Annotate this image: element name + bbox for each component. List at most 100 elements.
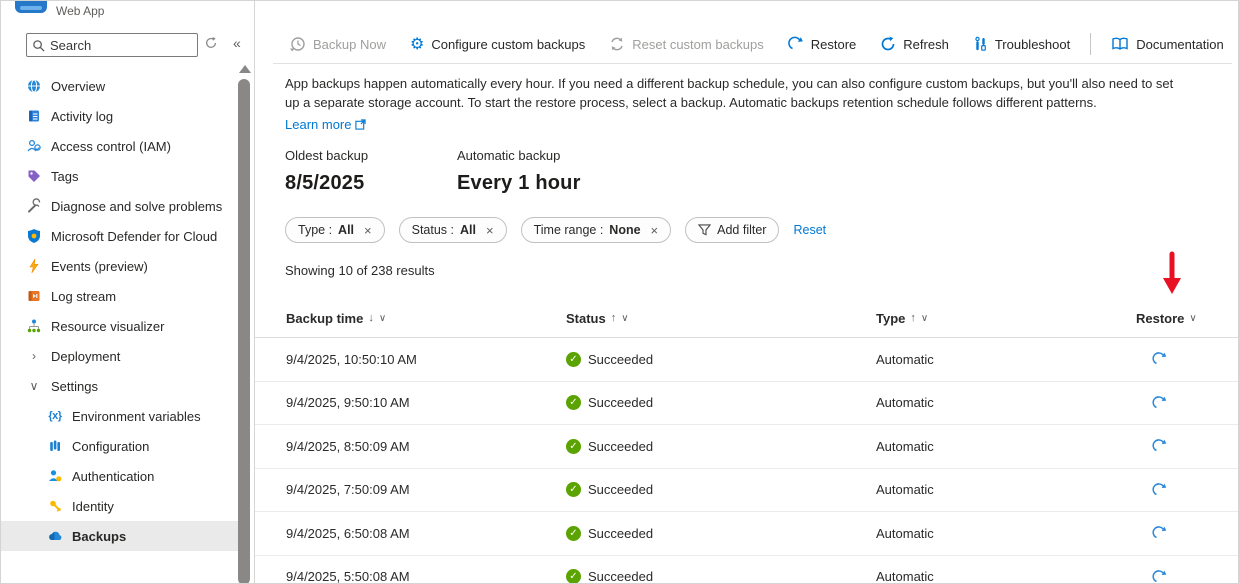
learn-more-link[interactable]: Learn more (285, 117, 366, 132)
reset-filters-link[interactable]: Reset (793, 223, 826, 237)
red-arrow-annotation (1160, 251, 1184, 297)
sidebar-item-diagnose[interactable]: Diagnose and solve problems (1, 191, 238, 221)
restore-row-button[interactable] (1150, 436, 1170, 456)
sidebar-item-settings[interactable]: ∨ Settings (1, 371, 238, 401)
status-label: Succeeded (588, 569, 653, 584)
funnel-icon (698, 224, 711, 236)
sidebar-item-defender[interactable]: Microsoft Defender for Cloud (1, 221, 238, 251)
reset-custom-backups-button[interactable]: Reset custom backups (597, 36, 776, 52)
column-label: Restore (1136, 311, 1184, 326)
sidebar-item-authentication[interactable]: Authentication (1, 461, 238, 491)
chevron-down-icon: ∨ (1189, 313, 1196, 324)
remove-filter-icon[interactable]: × (486, 223, 494, 238)
cloud-backup-icon (47, 528, 63, 544)
sidebar-scrollbar-thumb[interactable] (238, 79, 250, 584)
add-filter-button[interactable]: Add filter (685, 217, 779, 243)
status-label: Succeeded (588, 352, 653, 367)
restore-row-button[interactable] (1150, 349, 1170, 369)
restore-icon (1152, 569, 1168, 584)
sidebar-item-label: Resource visualizer (51, 319, 164, 334)
sidebar-item-overview[interactable]: Overview (1, 71, 238, 101)
troubleshoot-icon (973, 36, 988, 52)
search-icon (32, 39, 45, 52)
restore-icon (1152, 351, 1168, 367)
sidebar-item-label: Access control (IAM) (51, 139, 171, 154)
documentation-button[interactable]: Documentation (1099, 36, 1235, 52)
sidebar-item-label: Microsoft Defender for Cloud (51, 229, 217, 244)
type-cell: Automatic (876, 482, 1136, 497)
table-row[interactable]: 9/4/2025, 8:50:09 AM ✓Succeeded Automati… (255, 425, 1239, 469)
sidebar-item-configuration[interactable]: Configuration (1, 431, 238, 461)
restore-icon (788, 36, 804, 52)
column-header-type[interactable]: Type ↑ ∨ (876, 311, 1136, 326)
chevron-down-icon: ∨ (621, 313, 628, 324)
table-row[interactable]: 9/4/2025, 10:50:10 AM ✓Succeeded Automat… (255, 338, 1239, 382)
sort-descending-icon: ↓ (368, 312, 374, 324)
type-cell: Automatic (876, 526, 1136, 541)
sidebar-refresh-icon[interactable] (204, 36, 222, 54)
table-row[interactable]: 9/4/2025, 6:50:08 AM ✓Succeeded Automati… (255, 512, 1239, 556)
restore-button[interactable]: Restore (776, 36, 869, 52)
filter-pill-type[interactable]: Type :All × (285, 217, 385, 243)
sidebar-item-label: Configuration (72, 439, 149, 454)
column-header-status[interactable]: Status ↑ ∨ (566, 311, 876, 326)
type-cell: Automatic (876, 352, 1136, 367)
success-icon: ✓ (566, 395, 581, 410)
table-row[interactable]: 9/4/2025, 5:50:08 AM ✓Succeeded Automati… (255, 556, 1239, 584)
sidebar-search-box[interactable] (26, 33, 198, 57)
column-header-backup-time[interactable]: Backup time ↓ ∨ (286, 311, 566, 326)
refresh-button[interactable]: Refresh (868, 36, 961, 52)
sidebar-item-label: Identity (72, 499, 114, 514)
search-input[interactable] (50, 38, 185, 53)
sidebar-item-log-stream[interactable]: Log stream (1, 281, 238, 311)
restore-row-button[interactable] (1150, 393, 1170, 413)
status-label: Succeeded (588, 526, 653, 541)
filter-bar: Type :All × Status :All × Time range :No… (285, 217, 826, 243)
restore-row-button[interactable] (1150, 480, 1170, 500)
sidebar-item-environment-variables[interactable]: {x} Environment variables (1, 401, 238, 431)
backup-time-cell: 9/4/2025, 8:50:09 AM (286, 439, 566, 454)
collapse-sidebar-icon[interactable]: « (233, 35, 241, 51)
sidebar-item-resource-visualizer[interactable]: Resource visualizer (1, 311, 238, 341)
column-label: Type (876, 311, 905, 326)
sidebar-item-backups[interactable]: Backups (1, 521, 238, 551)
scrollbar-up-arrow[interactable] (239, 65, 251, 73)
results-summary: Showing 10 of 238 results (285, 263, 435, 278)
configure-custom-backups-button[interactable]: ⚙ Configure custom backups (398, 36, 597, 52)
automatic-backup-value: Every 1 hour (457, 172, 581, 195)
remove-filter-icon[interactable]: × (651, 223, 659, 238)
sidebar-item-deployment[interactable]: › Deployment (1, 341, 238, 371)
chevron-down-icon: ∨ (26, 378, 42, 394)
toolbar-item-label: Reset custom backups (632, 37, 764, 52)
filter-pill-status[interactable]: Status :All × (399, 217, 507, 243)
table-row[interactable]: 9/4/2025, 7:50:09 AM ✓Succeeded Automati… (255, 469, 1239, 513)
restore-row-button[interactable] (1150, 567, 1170, 584)
sidebar-item-label: Deployment (51, 349, 120, 364)
backup-time-cell: 9/4/2025, 5:50:08 AM (286, 569, 566, 584)
success-icon: ✓ (566, 526, 581, 541)
backup-now-button[interactable]: Backup Now (277, 36, 398, 53)
tag-icon (26, 168, 42, 184)
backups-main-pane: Backup Now ⚙ Configure custom backups Re… (255, 1, 1239, 584)
filter-pill-label: Time range : (534, 223, 604, 237)
refresh-icon (880, 36, 896, 52)
learn-more-label: Learn more (285, 117, 351, 132)
gear-icon: ⚙ (410, 36, 424, 52)
sidebar-item-tags[interactable]: Tags (1, 161, 238, 191)
automatic-backup-label: Automatic backup (457, 148, 581, 163)
remove-filter-icon[interactable]: × (364, 223, 372, 238)
column-header-restore[interactable]: Restore ∨ (1136, 311, 1239, 326)
sidebar-item-label: Environment variables (72, 409, 201, 424)
table-row[interactable]: 9/4/2025, 9:50:10 AM ✓Succeeded Automati… (255, 382, 1239, 426)
troubleshoot-button[interactable]: Troubleshoot (961, 36, 1082, 52)
sidebar-item-identity[interactable]: Identity (1, 491, 238, 521)
sidebar-item-label: Authentication (72, 469, 154, 484)
sidebar-item-events[interactable]: Events (preview) (1, 251, 238, 281)
backups-table: Backup time ↓ ∨ Status ↑ ∨ Type ↑ ∨ Rest… (255, 299, 1239, 584)
command-bar: Backup Now ⚙ Configure custom backups Re… (277, 28, 1236, 60)
restore-row-button[interactable] (1150, 523, 1170, 543)
sidebar-item-activity-log[interactable]: Activity log (1, 101, 238, 131)
sidebar-item-access-control[interactable]: Access control (IAM) (1, 131, 238, 161)
oldest-backup-value: 8/5/2025 (285, 172, 457, 195)
filter-pill-time-range[interactable]: Time range :None × (521, 217, 672, 243)
